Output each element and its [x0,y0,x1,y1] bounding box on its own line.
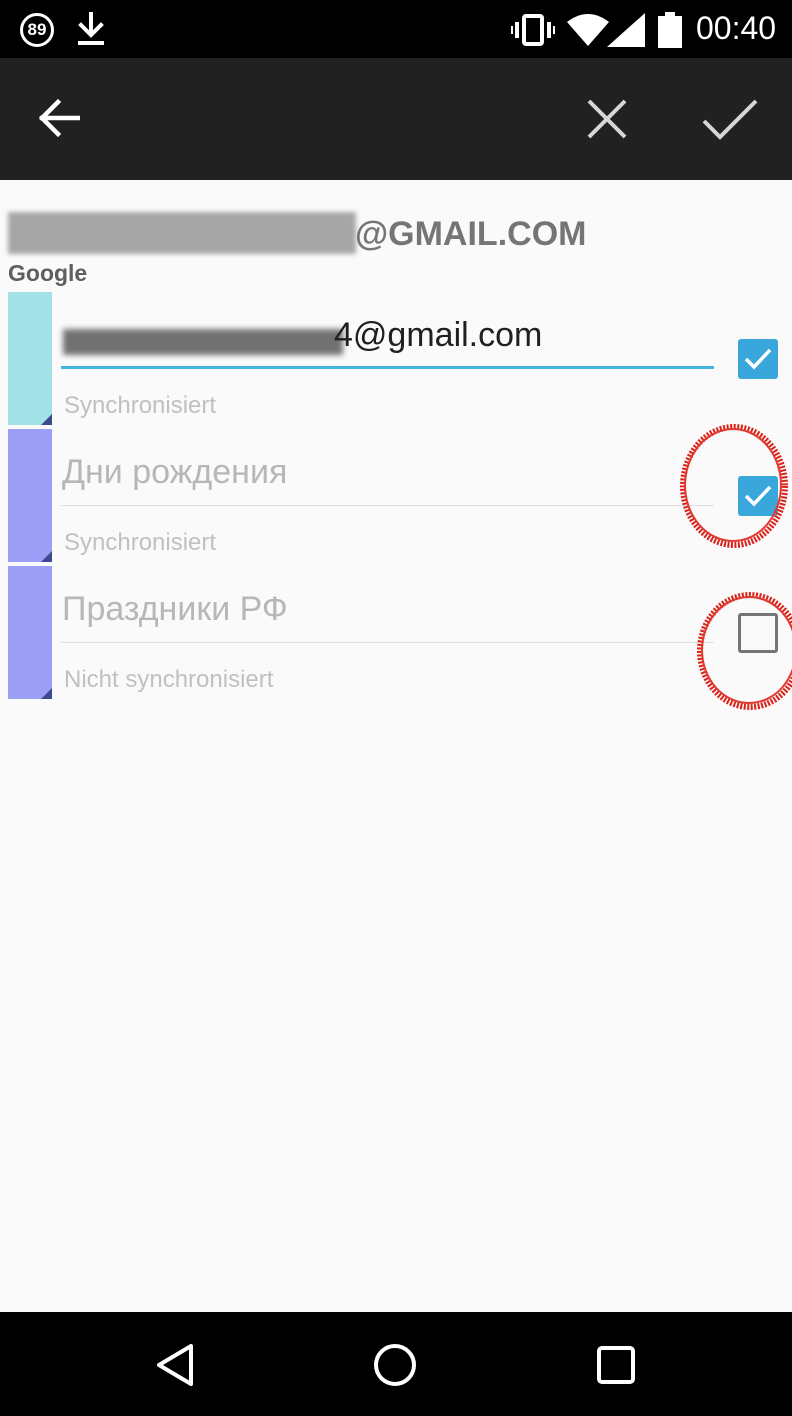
redacted-calendar-name [63,329,343,355]
sync-checkbox[interactable] [738,339,778,379]
sync-checkbox[interactable] [738,476,778,516]
swatch-corner-icon [41,551,52,562]
wifi-icon [567,14,609,46]
checkmark-icon[interactable] [700,97,760,141]
nav-home-icon[interactable] [372,1342,418,1388]
battery-icon [658,12,682,48]
account-email-suffix: @GMAIL.COM [355,215,587,253]
signal-icon [607,13,645,47]
swatch-corner-icon [41,688,52,699]
calendar-row: Дни рождения Synchronisiert [0,429,792,566]
redacted-account-name [8,212,356,254]
clock-time: 00:40 [696,10,777,46]
account-header: @GMAIL.COM [8,210,608,260]
close-icon[interactable] [585,97,629,141]
calendar-color-swatch[interactable] [8,429,52,562]
input-underline [61,366,714,369]
calendar-name-input[interactable]: 4@gmail.com [334,316,542,355]
notification-count-icon: 89 [20,13,54,47]
calendar-sync-status: Nicht synchronisiert [64,666,274,693]
calendar-name: Праздники РФ [62,590,288,628]
toolbar [0,58,792,180]
swatch-corner-icon [41,414,52,425]
row-divider [61,642,714,643]
calendar-sync-status: Synchronisiert [64,529,217,556]
calendar-settings-content: @GMAIL.COM Google 4@gmail.com Synchronis… [0,180,792,1312]
vibrate-icon [511,14,555,46]
navigation-bar [0,1312,792,1416]
sync-checkbox[interactable] [738,613,778,653]
status-bar: 89 00:40 [0,0,792,58]
checkmark-icon [744,485,772,507]
checkmark-icon [744,348,772,370]
row-divider [61,505,714,506]
calendar-color-swatch[interactable] [8,566,52,699]
download-icon [78,12,104,45]
nav-recents-icon[interactable] [596,1345,636,1385]
calendar-row: Праздники РФ Nicht synchronisiert [0,566,792,703]
nav-back-icon[interactable] [153,1342,195,1388]
calendar-sync-status: Synchronisiert [64,392,217,419]
calendar-name: Дни рождения [62,453,288,491]
calendar-row: 4@gmail.com Synchronisiert [0,292,792,429]
back-arrow-icon[interactable] [38,97,80,139]
account-type-label: Google [8,260,88,286]
calendar-color-swatch[interactable] [8,292,52,425]
